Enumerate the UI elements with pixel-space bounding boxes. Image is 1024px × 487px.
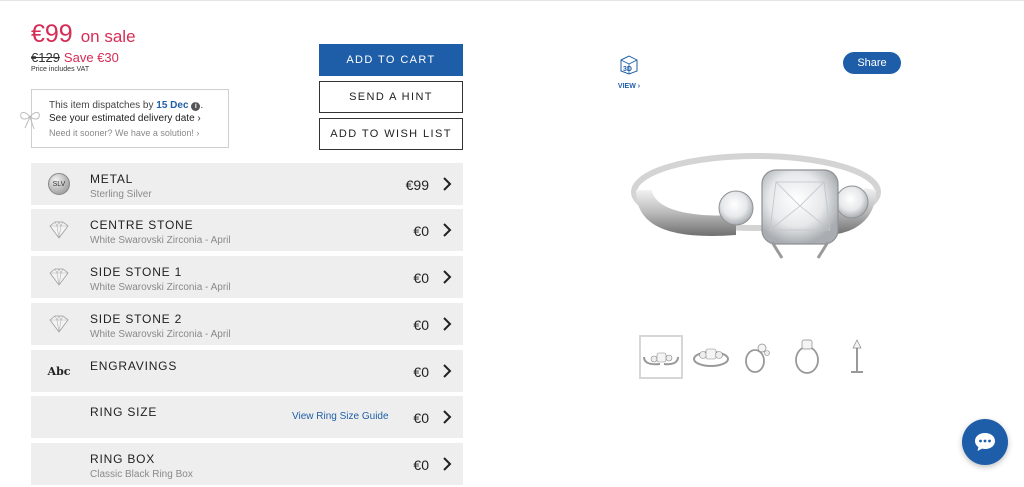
diamond-icon (45, 311, 73, 337)
silver-badge-icon: SLV (45, 171, 73, 197)
price-block: €99 on sale (31, 20, 136, 49)
option-row-metal[interactable]: SLV METAL Sterling Silver €99 (31, 163, 463, 205)
option-row-ring-box[interactable]: RING BOX Classic Black Ring Box €0 (31, 443, 463, 485)
vat-note: Price includes VAT (31, 66, 90, 73)
dispatch-date: 15 Dec (156, 100, 189, 111)
need-sooner-link[interactable]: Need it sooner? We have a solution! › (49, 128, 199, 138)
ring-top-thumb[interactable] (689, 335, 733, 379)
view-3d-button[interactable]: 3D VIEW › (614, 55, 644, 90)
option-row-engravings[interactable]: Abc ENGRAVINGS €0 (31, 350, 463, 392)
dispatch-line: This item dispatches by 15 Dec i. (49, 100, 204, 111)
current-price: €99 (31, 20, 73, 48)
option-title: SIDE STONE 2 (90, 312, 183, 326)
option-title: RING BOX (90, 452, 156, 466)
option-price: €0 (413, 223, 429, 239)
ring-main-image (631, 153, 881, 259)
option-price: €0 (413, 457, 429, 473)
option-row-side-stone-2[interactable]: SIDE STONE 2 White Swarovski Zirconia - … (31, 303, 463, 345)
option-title: ENGRAVINGS (90, 359, 178, 373)
cube-3d-icon: 3D (620, 55, 638, 75)
option-price: €99 (405, 177, 429, 193)
original-price: €129 (31, 50, 60, 65)
option-title: RING SIZE (90, 405, 158, 419)
option-subtitle: Classic Black Ring Box (90, 469, 193, 480)
dispatch-info-box: This item dispatches by 15 Dec i. See yo… (31, 89, 229, 148)
option-title: SIDE STONE 1 (90, 265, 183, 279)
ring-angle-thumb[interactable] (735, 335, 779, 379)
chevron-right-icon (443, 457, 452, 471)
chevron-right-icon (443, 177, 452, 191)
text-abc-icon: Abc (47, 364, 71, 378)
diamond-icon (45, 217, 73, 243)
svg-text:3D: 3D (623, 66, 632, 73)
send-hint-button[interactable]: SEND A HINT (319, 81, 463, 113)
option-title: CENTRE STONE (90, 218, 194, 232)
diamond-icon (45, 264, 73, 290)
chevron-right-icon (443, 364, 452, 378)
view-3d-label: VIEW › (617, 83, 641, 90)
top-divider (0, 0, 1024, 1)
info-icon[interactable]: i (191, 102, 201, 111)
sale-label: on sale (80, 27, 136, 46)
dispatch-prefix: This item dispatches by (49, 100, 154, 111)
add-to-cart-button[interactable]: ADD TO CART (319, 44, 463, 76)
option-row-side-stone-1[interactable]: SIDE STONE 1 White Swarovski Zirconia - … (31, 256, 463, 298)
chevron-right-icon (443, 223, 452, 237)
chat-bubble-icon (975, 433, 995, 451)
option-subtitle: Sterling Silver (90, 189, 152, 200)
option-subtitle: White Swarovski Zirconia - April (90, 329, 231, 340)
gift-bow-icon (20, 112, 40, 130)
chevron-right-icon (443, 317, 452, 331)
ring-front-thumb[interactable] (639, 335, 683, 379)
share-button[interactable]: Share (843, 52, 901, 74)
chevron-right-icon (443, 410, 452, 424)
option-price: €0 (413, 270, 429, 286)
option-row-centre-stone[interactable]: CENTRE STONE White Swarovski Zirconia - … (31, 209, 463, 251)
ring-size-guide-link[interactable]: View Ring Size Guide (292, 411, 389, 422)
option-subtitle: White Swarovski Zirconia - April (90, 282, 231, 293)
option-row-ring-size[interactable]: RING SIZE View Ring Size Guide €0 (31, 396, 463, 438)
chevron-right-icon (443, 270, 452, 284)
option-price: €0 (413, 317, 429, 333)
ring-profile-thumb[interactable] (835, 335, 879, 379)
option-price: €0 (413, 410, 429, 426)
delivery-date-link[interactable]: See your estimated delivery date › (49, 113, 201, 124)
chat-button[interactable] (962, 419, 1008, 465)
savings-label: Save €30 (63, 50, 119, 65)
add-to-wishlist-button[interactable]: ADD TO WISH LIST (319, 118, 463, 150)
option-price: €0 (413, 364, 429, 380)
ring-side-thumb[interactable] (785, 335, 829, 379)
option-title: METAL (90, 172, 134, 186)
option-subtitle: White Swarovski Zirconia - April (90, 235, 231, 246)
was-price-block: €129 Save €30 (31, 50, 119, 65)
